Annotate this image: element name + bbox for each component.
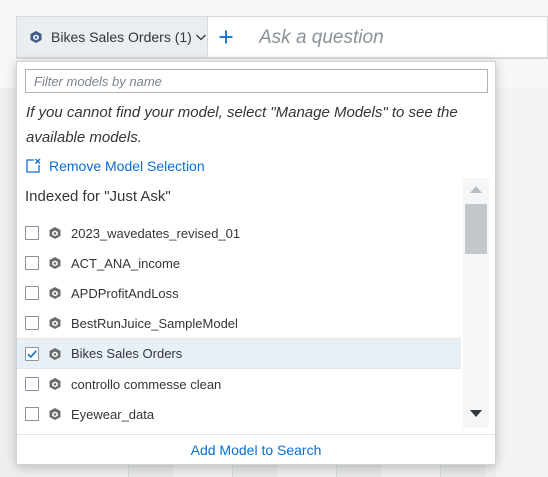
ask-question-input[interactable]: [257, 25, 541, 51]
add-model-to-search-button[interactable]: Add Model to Search: [191, 442, 322, 458]
model-label: Bikes Sales Orders: [71, 346, 183, 361]
model-label: BestRunJuice_SampleModel: [71, 315, 238, 331]
model-list-item[interactable]: 2023_wavedates_revised_01: [17, 218, 461, 248]
remove-model-selection-link[interactable]: Remove Model Selection: [25, 158, 205, 174]
chevron-down-icon: [195, 34, 206, 41]
model-list-item[interactable]: APDProfitAndLoss: [17, 278, 461, 308]
plus-icon: [219, 30, 233, 44]
model-selector-label: Bikes Sales Orders (1): [51, 29, 192, 45]
model-list: 2023_wavedates_revised_01 ACT_ANA_income…: [17, 218, 461, 428]
model-cube-icon: [49, 408, 61, 420]
remove-selection-icon: [26, 158, 41, 173]
section-title: Indexed for "Just Ask": [25, 188, 171, 205]
model-checkbox-checked[interactable]: [25, 346, 39, 361]
model-label: 2023_wavedates_revised_01: [71, 225, 241, 241]
model-selector-button[interactable]: Bikes Sales Orders (1): [17, 17, 208, 57]
model-checkbox[interactable]: [25, 286, 39, 300]
scroll-down-arrow-icon[interactable]: [470, 410, 482, 417]
model-list-item[interactable]: BestRunJuice_SampleModel: [17, 308, 461, 338]
model-list-item[interactable]: controllo commesse clean: [17, 369, 461, 399]
model-checkbox[interactable]: [25, 226, 39, 240]
scrollbar-thumb[interactable]: [465, 204, 487, 254]
model-label: Eyewear_data: [71, 406, 155, 422]
model-label: ACT_ANA_income: [71, 255, 181, 271]
model-checkbox[interactable]: [25, 377, 39, 391]
model-list-scrollbar[interactable]: [463, 178, 489, 428]
popover-footer: Add Model to Search: [17, 434, 495, 465]
scroll-up-arrow-icon[interactable]: [470, 186, 482, 193]
search-query-bar: Bikes Sales Orders (1): [16, 16, 548, 58]
checkmark-icon: [27, 349, 37, 358]
model-cube-icon: [49, 378, 61, 390]
filter-models-input[interactable]: [25, 69, 488, 93]
query-bar-divider: [16, 58, 548, 59]
model-selection-popover: If you cannot find your model, select "M…: [16, 61, 496, 465]
model-label: controllo commesse clean: [71, 376, 222, 392]
model-cube-icon: [49, 347, 61, 360]
model-cube-icon: [49, 287, 61, 299]
model-checkbox[interactable]: [25, 316, 39, 330]
model-label: APDProfitAndLoss: [71, 285, 179, 301]
model-list-item-selected[interactable]: Bikes Sales Orders: [17, 339, 461, 368]
remove-model-selection-label: Remove Model Selection: [49, 158, 205, 174]
model-list-item[interactable]: ACT_ANA_income: [17, 248, 461, 278]
model-checkbox[interactable]: [25, 407, 39, 421]
add-query-button[interactable]: [209, 17, 243, 57]
model-cube-icon: [30, 31, 42, 43]
model-cube-icon: [49, 227, 61, 239]
model-checkbox[interactable]: [25, 256, 39, 270]
model-cube-icon: [49, 317, 61, 329]
model-cube-icon: [49, 257, 61, 269]
app-side-panel: [496, 88, 548, 477]
model-hint-text: If you cannot find your model, select "M…: [26, 104, 458, 146]
model-list-item[interactable]: Eyewear_data: [17, 399, 461, 428]
